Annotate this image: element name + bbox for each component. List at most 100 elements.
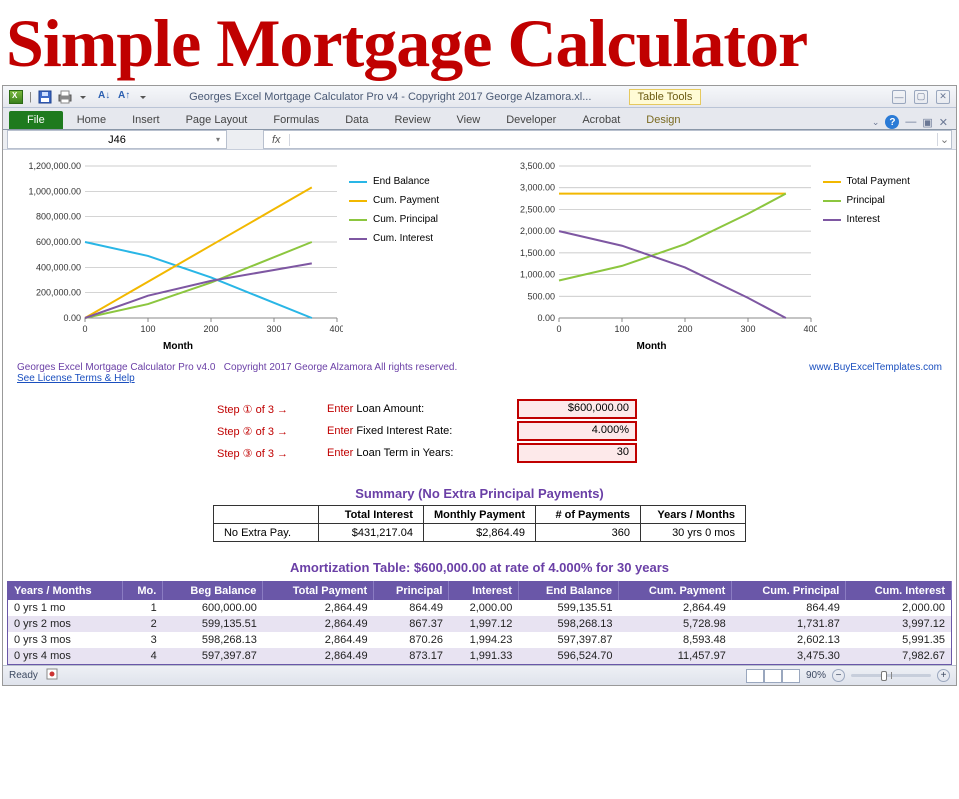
qat-divider: | [29, 91, 32, 103]
contextual-tab-group: Table Tools [629, 89, 702, 105]
table-row: 0 yrs 2 mos2599,135.512,864.49867.371,99… [8, 616, 952, 632]
excel-logo-icon [9, 90, 23, 104]
amort-cell: 597,397.87 [163, 648, 263, 665]
page-break-view-icon[interactable] [782, 669, 800, 683]
tab-developer[interactable]: Developer [494, 111, 568, 129]
summary-cell: 360 [536, 524, 641, 542]
expand-formula-bar-icon[interactable]: ⌄ [937, 133, 951, 146]
amort-header: Cum. Payment [619, 582, 732, 601]
worksheet-area: 0.00200,000.00400,000.00600,000.00800,00… [3, 150, 956, 665]
fx-icon[interactable]: fx [264, 134, 290, 146]
svg-text:400,000.00: 400,000.00 [36, 262, 81, 272]
chart-monthly-plot: 0.00500.001,000.001,500.002,000.002,500.… [487, 160, 817, 336]
step-row: Step ③ of 3 → Enter Loan Term in Years: … [217, 442, 952, 464]
svg-text:1,500.00: 1,500.00 [519, 248, 554, 258]
ribbon-minimize-icon[interactable]: ⌄ [872, 117, 880, 128]
legend-item: Principal [823, 195, 910, 206]
print-icon[interactable] [58, 90, 72, 104]
chart1-xlabel: Month [13, 341, 343, 352]
macro-record-icon[interactable] [46, 668, 58, 683]
tab-view[interactable]: View [445, 111, 493, 129]
amort-cell: 2,000.00 [449, 600, 518, 616]
svg-text:0: 0 [556, 324, 561, 334]
summary-header: Years / Months [641, 506, 746, 524]
amort-cell: 2,864.49 [263, 616, 374, 632]
restore-button[interactable]: ▢ [914, 90, 928, 104]
svg-text:3,500.00: 3,500.00 [519, 161, 554, 171]
summary-cell: No Extra Pay. [213, 524, 318, 542]
tab-review[interactable]: Review [382, 111, 442, 129]
view-switcher[interactable] [746, 669, 800, 683]
amort-header: Principal [374, 582, 449, 601]
amort-cell: 8,593.48 [619, 632, 732, 648]
svg-text:1,000,000.00: 1,000,000.00 [28, 186, 81, 196]
sort-asc-icon[interactable]: A↓ [98, 90, 112, 104]
svg-text:0.00: 0.00 [537, 313, 555, 323]
amort-cell: 3,475.30 [732, 648, 846, 665]
minimize-button[interactable]: — [892, 90, 906, 104]
ribbon-tabs: File Home Insert Page Layout Formulas Da… [3, 108, 956, 130]
zoom-percent[interactable]: 90% [806, 670, 826, 681]
amort-cell: 0 yrs 1 mo [8, 600, 123, 616]
name-box[interactable]: J46 [7, 130, 227, 149]
amort-cell: 2,864.49 [263, 632, 374, 648]
tab-insert[interactable]: Insert [120, 111, 172, 129]
amort-cell: 11,457.97 [619, 648, 732, 665]
tab-acrobat[interactable]: Acrobat [570, 111, 632, 129]
svg-text:200: 200 [203, 324, 218, 334]
help-icon[interactable]: ? [885, 115, 899, 129]
license-link[interactable]: See License Terms & Help [17, 373, 135, 384]
amort-cell: 1,994.23 [449, 632, 518, 648]
preview-dropdown-icon[interactable] [78, 90, 92, 104]
footnote-left: Georges Excel Mortgage Calculator Pro v4… [17, 362, 457, 384]
amort-header: Interest [449, 582, 518, 601]
table-row: 0 yrs 4 mos4597,397.872,864.49873.171,99… [8, 648, 952, 665]
legend-item: Cum. Interest [349, 233, 439, 244]
page-layout-view-icon[interactable] [764, 669, 782, 683]
doc-restore-icon[interactable]: ▣ [922, 116, 932, 129]
step-field-label: Enter Fixed Interest Rate: [327, 425, 517, 437]
amort-cell: 598,268.13 [163, 632, 263, 648]
summary-table: Total InterestMonthly Payment# of Paymen… [213, 505, 746, 542]
tab-file[interactable]: File [9, 111, 63, 129]
step-label: Step ① of 3 → [217, 403, 327, 416]
tab-formulas[interactable]: Formulas [261, 111, 331, 129]
step-label: Step ② of 3 → [217, 425, 327, 438]
doc-minimize-icon[interactable]: — [905, 116, 916, 128]
step-input[interactable]: 4.000% [517, 421, 637, 441]
amort-cell: 5,728.98 [619, 616, 732, 632]
tab-home[interactable]: Home [65, 111, 118, 129]
amort-cell: 870.26 [374, 632, 449, 648]
tab-page-layout[interactable]: Page Layout [174, 111, 260, 129]
amort-cell: 1,731.87 [732, 616, 846, 632]
zoom-slider[interactable] [851, 674, 931, 677]
amort-cell: 1,991.33 [449, 648, 518, 665]
summary-heading: Summary (No Extra Principal Payments) [7, 474, 952, 505]
amort-cell: 599,135.51 [518, 600, 618, 616]
zoom-in-button[interactable]: + [937, 669, 950, 682]
step-input[interactable]: 30 [517, 443, 637, 463]
amort-cell: 599,135.51 [163, 616, 263, 632]
svg-text:200,000.00: 200,000.00 [36, 288, 81, 298]
legend-item: Total Payment [823, 176, 910, 187]
summary-cell: 30 yrs 0 mos [641, 524, 746, 542]
close-button[interactable]: ✕ [936, 90, 950, 104]
amort-cell: 864.49 [732, 600, 846, 616]
sort-desc-icon[interactable]: A↑ [118, 90, 132, 104]
amort-cell: 864.49 [374, 600, 449, 616]
tab-data[interactable]: Data [333, 111, 380, 129]
step-input[interactable]: $600,000.00 [517, 399, 637, 419]
zoom-out-button[interactable]: − [832, 669, 845, 682]
save-icon[interactable] [38, 90, 52, 104]
footnote-url[interactable]: www.BuyExcelTemplates.com [809, 362, 942, 384]
svg-text:400: 400 [329, 324, 343, 334]
tab-design[interactable]: Design [634, 111, 692, 129]
legend-item: Cum. Principal [349, 214, 439, 225]
svg-text:100: 100 [140, 324, 155, 334]
doc-close-icon[interactable]: ✕ [939, 116, 948, 129]
normal-view-icon[interactable] [746, 669, 764, 683]
input-steps: Step ① of 3 → Enter Loan Amount: $600,00… [7, 384, 952, 474]
amort-cell: 3,997.12 [846, 616, 952, 632]
qat-customize-icon[interactable] [138, 90, 152, 104]
amort-cell: 5,991.35 [846, 632, 952, 648]
